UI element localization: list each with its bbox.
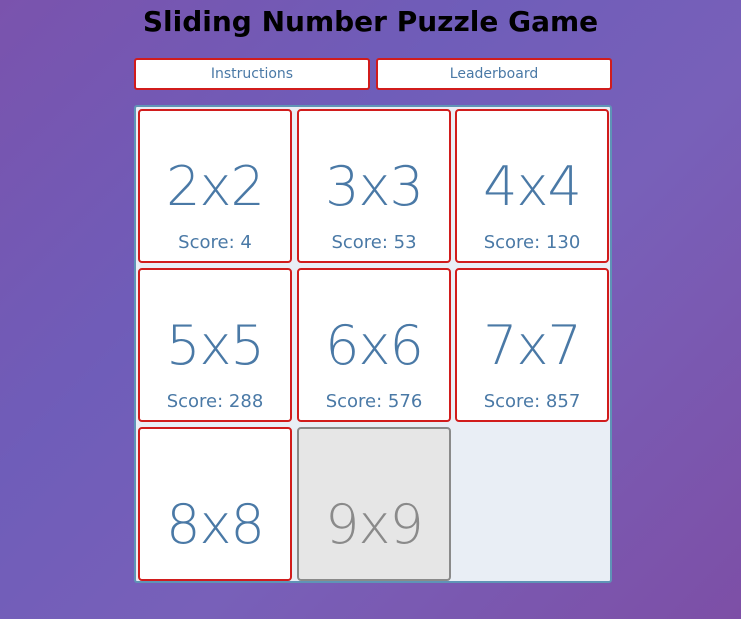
level-size-label: 5x5 [166, 314, 265, 377]
level-size-label: 2x2 [166, 155, 265, 218]
level-size-label: 6x6 [325, 314, 424, 377]
level-tile-9x9-locked: 9x9 [297, 427, 451, 581]
level-score-label: Score: 857 [483, 391, 581, 412]
level-score-label: Score: 576 [325, 391, 423, 412]
level-tile-6x6[interactable]: 6x6 Score: 576 [297, 268, 451, 422]
level-select-board: 2x2 Score: 4 3x3 Score: 53 4x4 Score: 13… [134, 105, 612, 583]
level-tile-5x5[interactable]: 5x5 Score: 288 [138, 268, 292, 422]
level-size-label: 9x9 [325, 493, 424, 556]
level-size-label: 4x4 [483, 155, 582, 218]
level-size-label: 7x7 [483, 314, 582, 377]
instructions-button[interactable]: Instructions [134, 58, 370, 90]
level-tile-8x8[interactable]: 8x8 [138, 427, 292, 581]
level-score-label: Score: 4 [178, 232, 252, 253]
level-score-label: Score: 288 [166, 391, 264, 412]
level-size-label: 3x3 [325, 155, 424, 218]
leaderboard-button[interactable]: Leaderboard [376, 58, 612, 90]
level-tile-7x7[interactable]: 7x7 Score: 857 [455, 268, 609, 422]
level-tile-4x4[interactable]: 4x4 Score: 130 [455, 109, 609, 263]
level-tile-2x2[interactable]: 2x2 Score: 4 [138, 109, 292, 263]
level-size-label: 8x8 [166, 493, 265, 556]
page-title: Sliding Number Puzzle Game [142, 5, 599, 38]
level-tile-3x3[interactable]: 3x3 Score: 53 [297, 109, 451, 263]
level-score-label: Score: 53 [331, 232, 417, 253]
level-score-label: Score: 130 [483, 232, 581, 253]
